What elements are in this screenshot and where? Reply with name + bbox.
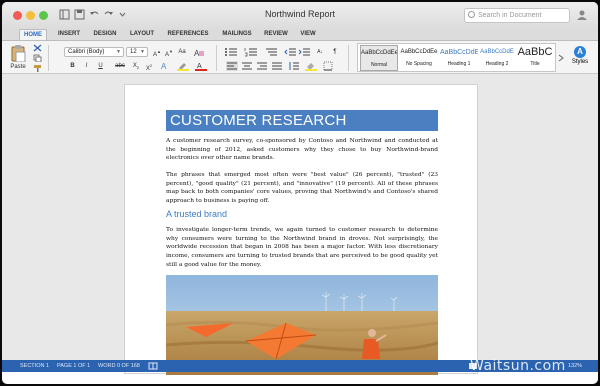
cut-icon[interactable] — [33, 44, 42, 52]
style-no-spacing[interactable]: AaBbCcDdEe No Spacing — [400, 45, 438, 71]
paragraph-2: The phrases that emerged most often were… — [166, 172, 438, 205]
svg-text:A: A — [161, 62, 167, 71]
search-icon — [468, 11, 475, 18]
gallery-more-icon[interactable] — [558, 54, 564, 62]
bold-button[interactable]: B — [68, 62, 77, 70]
watermark-text: Waitsun.com — [470, 358, 566, 374]
underline-button[interactable]: U — [96, 62, 105, 70]
style-heading-2[interactable]: AaBbCcDdE Heading 2 — [478, 45, 516, 71]
shading-icon[interactable] — [305, 61, 317, 71]
ribbon-separator — [348, 45, 349, 71]
style-name: Heading 1 — [447, 61, 471, 67]
numbering-icon[interactable] — [244, 47, 258, 57]
strikethrough-button[interactable]: abc — [114, 62, 126, 70]
search-placeholder: Search in Document — [478, 12, 542, 19]
style-preview: AaBbCcDdEe — [400, 49, 438, 55]
sort-button[interactable]: A↓ — [314, 48, 326, 56]
style-name: Normal — [370, 62, 388, 68]
ribbon-home: Paste Calibri (Body) ▼ 12 ▼ A▲ A▼ Aa A B I… — [2, 40, 598, 74]
borders-icon[interactable] — [323, 61, 333, 71]
font-color-icon[interactable]: A — [195, 61, 207, 71]
style-preview: AaBbCcDdEe — [361, 50, 397, 56]
grow-font-button[interactable]: A▲ — [152, 48, 162, 59]
styles-pane-label: Styles — [571, 59, 589, 65]
paragraph-1: A customer research survey, co-sponsored… — [166, 138, 438, 162]
paste-icon[interactable] — [10, 44, 26, 62]
chevron-down-icon: ▼ — [116, 49, 121, 55]
line-spacing-icon[interactable] — [288, 61, 300, 71]
styles-pane-icon: A — [574, 46, 586, 58]
tab-home[interactable]: HOME — [19, 29, 47, 40]
subheading-trusted-brand: A trusted brand — [166, 209, 228, 219]
document-page[interactable]: CUSTOMER RESEARCH A customer research su… — [124, 84, 478, 375]
justify-icon[interactable] — [271, 61, 283, 71]
tab-references[interactable]: REFERENCES — [165, 29, 211, 40]
word-count[interactable]: WORD 0 OF 168 — [98, 360, 140, 372]
document-canvas[interactable]: CUSTOMER RESEARCH A customer research su… — [2, 74, 598, 375]
tab-design[interactable]: DESIGN — [91, 29, 119, 40]
chevron-down-icon: ▼ — [140, 49, 145, 55]
style-heading-1[interactable]: AaBbCcDdE Heading 1 — [440, 45, 478, 71]
document-heading: CUSTOMER RESEARCH — [166, 110, 438, 131]
change-case-button[interactable]: Aa — [177, 48, 187, 56]
superscript-button[interactable]: X2 — [144, 62, 154, 73]
subscript-button[interactable]: X2 — [131, 62, 141, 72]
clear-formatting-icon[interactable]: A — [194, 48, 205, 57]
style-title[interactable]: AaBbC Title — [516, 45, 554, 71]
zoom-level[interactable]: 132% — [568, 360, 582, 372]
multilevel-list-icon[interactable] — [264, 47, 278, 57]
font-name-value: Calibri (Body) — [68, 49, 105, 55]
styles-gallery: AaBbCcDdEe Normal AaBbCcDdEe No Spacing … — [357, 43, 556, 72]
svg-text:A: A — [197, 63, 202, 70]
style-preview: AaBbC — [517, 46, 553, 58]
page-count[interactable]: PAGE 1 OF 1 — [57, 360, 90, 372]
tab-view[interactable]: VIEW — [296, 29, 320, 40]
shrink-font-button[interactable]: A▼ — [164, 48, 174, 59]
title-bar: Northwind Report Search in Document — [2, 2, 598, 29]
text-effects-icon[interactable]: A — [160, 61, 172, 71]
copy-icon[interactable] — [33, 54, 42, 62]
word-window: Northwind Report Search in Document HOME… — [2, 2, 598, 384]
tab-layout[interactable]: LAYOUT — [126, 29, 158, 40]
font-size-value: 12 — [130, 49, 137, 55]
align-right-icon[interactable] — [256, 61, 268, 71]
proofing-book-icon[interactable] — [148, 362, 158, 370]
decrease-indent-icon[interactable] — [284, 47, 296, 57]
search-field[interactable]: Search in Document — [464, 8, 570, 23]
paragraph-3: To investigate longer-term trends, we ag… — [166, 227, 438, 268]
align-left-icon[interactable] — [226, 61, 238, 71]
highlight-icon[interactable] — [177, 61, 189, 71]
style-name: Heading 2 — [485, 61, 509, 67]
font-name-dropdown[interactable]: Calibri (Body) ▼ — [64, 47, 124, 57]
share-person-icon[interactable] — [577, 10, 589, 20]
style-preview: AaBbCcDdE — [480, 49, 514, 55]
styles-pane-button[interactable]: A Styles — [568, 45, 592, 71]
ribbon-tab-bar: HOME INSERT DESIGN LAYOUT REFERENCES MAI… — [2, 29, 598, 66]
font-size-dropdown[interactable]: 12 ▼ — [126, 47, 148, 57]
ribbon-separator — [216, 45, 217, 71]
show-formatting-button[interactable]: ¶ — [330, 48, 340, 56]
align-center-icon[interactable] — [241, 61, 253, 71]
italic-button[interactable]: I — [82, 62, 91, 70]
tab-mailings[interactable]: MAILINGS — [218, 29, 256, 40]
format-painter-icon[interactable] — [33, 64, 42, 72]
style-preview: AaBbCcDdE — [440, 49, 478, 56]
bullets-icon[interactable] — [224, 47, 238, 57]
section-indicator[interactable]: SECTION 1 — [20, 360, 49, 372]
tab-insert[interactable]: INSERT — [55, 29, 83, 40]
style-name: No Spacing — [406, 61, 432, 67]
style-normal[interactable]: AaBbCcDdEe Normal — [360, 45, 398, 71]
tab-review[interactable]: REVIEW — [261, 29, 291, 40]
increase-indent-icon[interactable] — [298, 47, 310, 57]
style-name: Title — [530, 61, 540, 67]
ribbon-separator — [48, 45, 49, 71]
paste-label[interactable]: Paste — [8, 63, 28, 71]
